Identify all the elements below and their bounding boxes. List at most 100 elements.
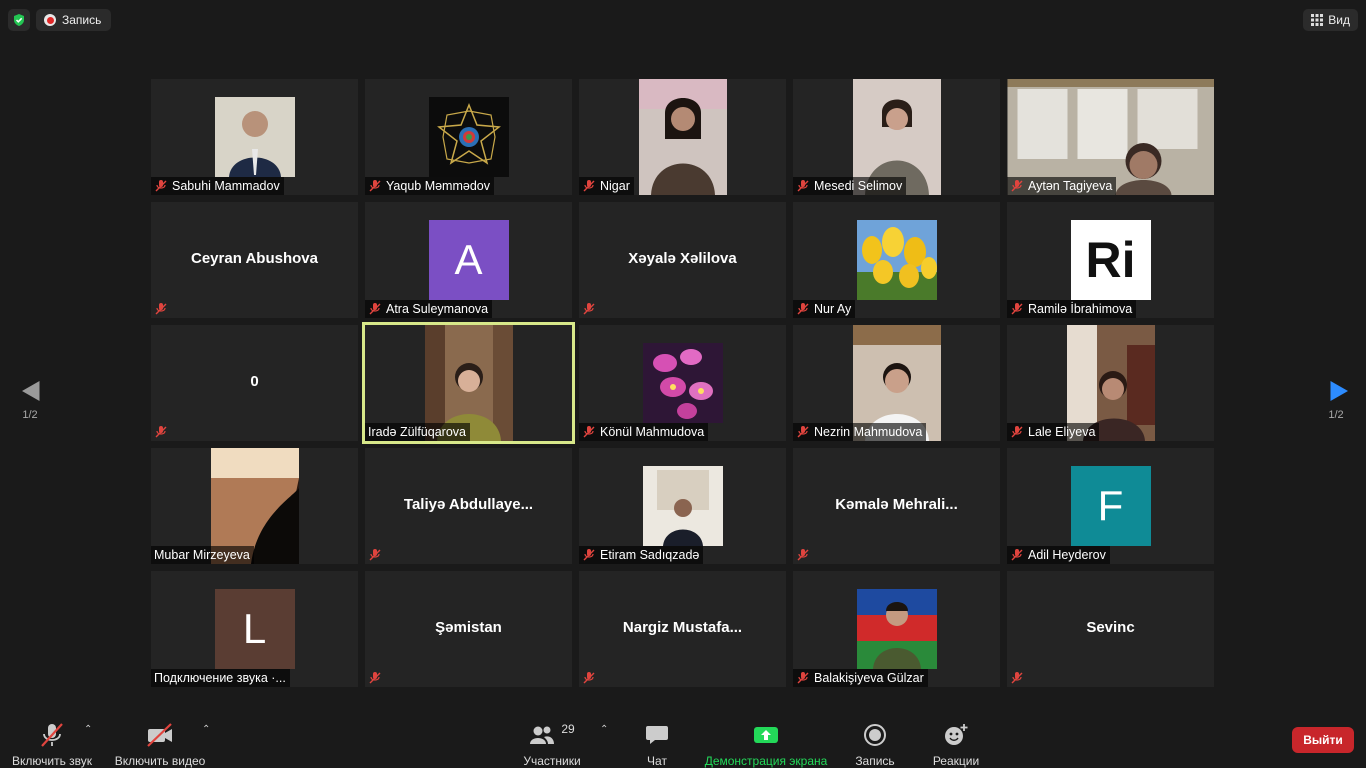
participant-label: Könül Mahmudova [579,423,709,441]
tulips-photo [856,220,937,300]
participants-options-caret-icon[interactable]: ⌃ [600,724,608,735]
participant-tile[interactable]: Könül Mahmudova [579,325,786,441]
mic-muted-icon [1011,549,1023,561]
participants-label: Участники [523,754,581,768]
recording-label: Запись [62,13,102,27]
participant-tile[interactable]: Nur Ay [793,202,1000,318]
participant-tile[interactable]: Etiram Sadıqzadə [579,448,786,564]
participant-label: Подключение звука ·... [151,669,290,687]
record-label: Запись [855,754,895,768]
participant-name: Nezrin Mahmudova [814,425,923,439]
avatar: A [428,220,509,300]
participant-tile[interactable]: Şəmistan [365,571,572,687]
participant-tile[interactable]: Nezrin Mahmudova [793,325,1000,441]
participant-name: Balakişiyeva Gülzar [814,671,924,685]
mic-muted-icon [369,180,381,192]
mic-muted-icon [1011,672,1023,684]
view-button[interactable]: Вид [1303,9,1358,31]
mic-muted-icon [369,549,381,561]
participant-tile[interactable]: Nargiz Mustafa... [579,571,786,687]
mic-muted-icon [797,672,809,684]
participant-label: Mesedi Selimov [793,177,907,195]
participant-tile[interactable]: A Atra Suleymanova [365,202,572,318]
mic-muted-icon [797,303,809,315]
participant-display-name: Kəmalə Mehrali... [835,496,958,513]
avatar: F [1070,466,1151,546]
participant-tile[interactable]: Yaqub Məmmədov [365,79,572,195]
participants-button[interactable]: 29 Участники [518,710,586,768]
participants-count: 29 [561,722,575,736]
top-bar: Запись Вид [0,0,1366,40]
chat-button[interactable]: Чат [636,710,678,768]
recording-indicator[interactable]: Запись [36,9,112,31]
mic-muted-icon [1011,180,1023,192]
participant-tile[interactable]: Sevinc [1007,571,1214,687]
record-dot-icon [44,14,56,26]
participant-label: Aytən Tagiyeva [1007,177,1117,195]
participant-tile[interactable]: Mubar Mirzeyeva [151,448,358,564]
record-button[interactable]: Запись [852,710,898,768]
participant-video [638,79,727,195]
chat-icon [646,726,668,744]
chat-label: Чат [647,754,667,768]
active-speaker-tile[interactable]: Iradə Zülfüqarova [362,322,575,444]
participant-label: Mubar Mirzeyeva [151,546,254,564]
participant-label: Sabuhi Mammadov [151,177,284,195]
participant-name: Adil Heyderov [1028,548,1106,562]
start-video-label: Включить видео [114,754,206,768]
mic-muted-icon [155,303,167,315]
participant-label: Balakişiyeva Gülzar [793,669,928,687]
camera-off-icon [147,723,172,747]
participant-tile[interactable]: Sabuhi Mammadov [151,79,358,195]
participant-name: Iradə Zülfüqarova [368,425,466,439]
leave-button[interactable]: Выйти [1292,727,1354,753]
participant-name: Подключение звука ·... [154,671,286,685]
participant-tile[interactable]: Lale Eliyeva [1007,325,1214,441]
video-grid: Sabuhi Mammadov Yaqub Məmmədov Nigar Mes… [151,79,1216,689]
video-options-caret-icon[interactable]: ⌃ [202,724,210,735]
participant-tile[interactable]: Ri Ramilə İbrahimova [1007,202,1214,318]
participant-tile[interactable]: F Adil Heyderov [1007,448,1214,564]
mic-muted-icon [1011,303,1023,315]
next-page-icon[interactable] [1320,370,1354,410]
mic-muted-icon [583,549,595,561]
security-shield-icon[interactable] [8,9,30,31]
participant-tile[interactable]: Mesedi Selimov [793,79,1000,195]
audio-options-caret-icon[interactable]: ⌃ [84,724,92,735]
participant-name: Ramilə İbrahimova [1028,302,1133,316]
participant-tile[interactable]: Aytən Tagiyeva [1007,79,1214,195]
participant-tile[interactable]: Balakişiyeva Gülzar [793,571,1000,687]
participant-display-name: Taliyə Abdullaye... [403,496,534,513]
participant-label [1007,669,1028,687]
participant-tile[interactable]: Nigar [579,79,786,195]
unmute-button[interactable]: Включить звук [8,710,96,768]
start-video-button[interactable]: Включить видео [112,710,208,768]
participant-label: Yaqub Məmmədov [365,177,494,195]
participant-label [579,300,600,318]
meeting-toolbar: Включить звук ⌃ Включить видео ⌃ 29 Учас… [0,710,1366,768]
participant-tile[interactable]: 0 [151,325,358,441]
share-screen-button[interactable]: Демонстрация экрана [702,710,830,768]
participant-tile[interactable]: L Подключение звука ·... [151,571,358,687]
participant-tile[interactable]: Xəyalə Xəlilova [579,202,786,318]
previous-page-icon[interactable] [14,370,48,410]
participant-display-name: Şəmistan [435,619,502,636]
participant-label [579,669,600,687]
page-indicator-left: 1/2 [22,409,38,421]
mic-muted-icon [155,426,167,438]
participant-label: Nezrin Mahmudova [793,423,927,441]
reactions-button[interactable]: Реакции [930,710,982,768]
mic-muted-icon [797,549,809,561]
participant-display-name: Xəyalə Xəlilova [628,250,737,267]
participant-tile[interactable]: Taliyə Abdullaye... [365,448,572,564]
mic-muted-icon [583,672,595,684]
participant-name: Könül Mahmudova [600,425,705,439]
share-screen-icon [754,727,778,743]
participant-label: Iradə Zülfüqarova [365,423,470,441]
reactions-icon [945,724,968,745]
participant-name: Mesedi Selimov [814,179,903,193]
participant-label: Ramilə İbrahimova [1007,300,1137,318]
participant-tile[interactable]: Kəmalə Mehrali... [793,448,1000,564]
participant-tile[interactable]: Ceyran Abushova [151,202,358,318]
participant-label [365,546,386,564]
